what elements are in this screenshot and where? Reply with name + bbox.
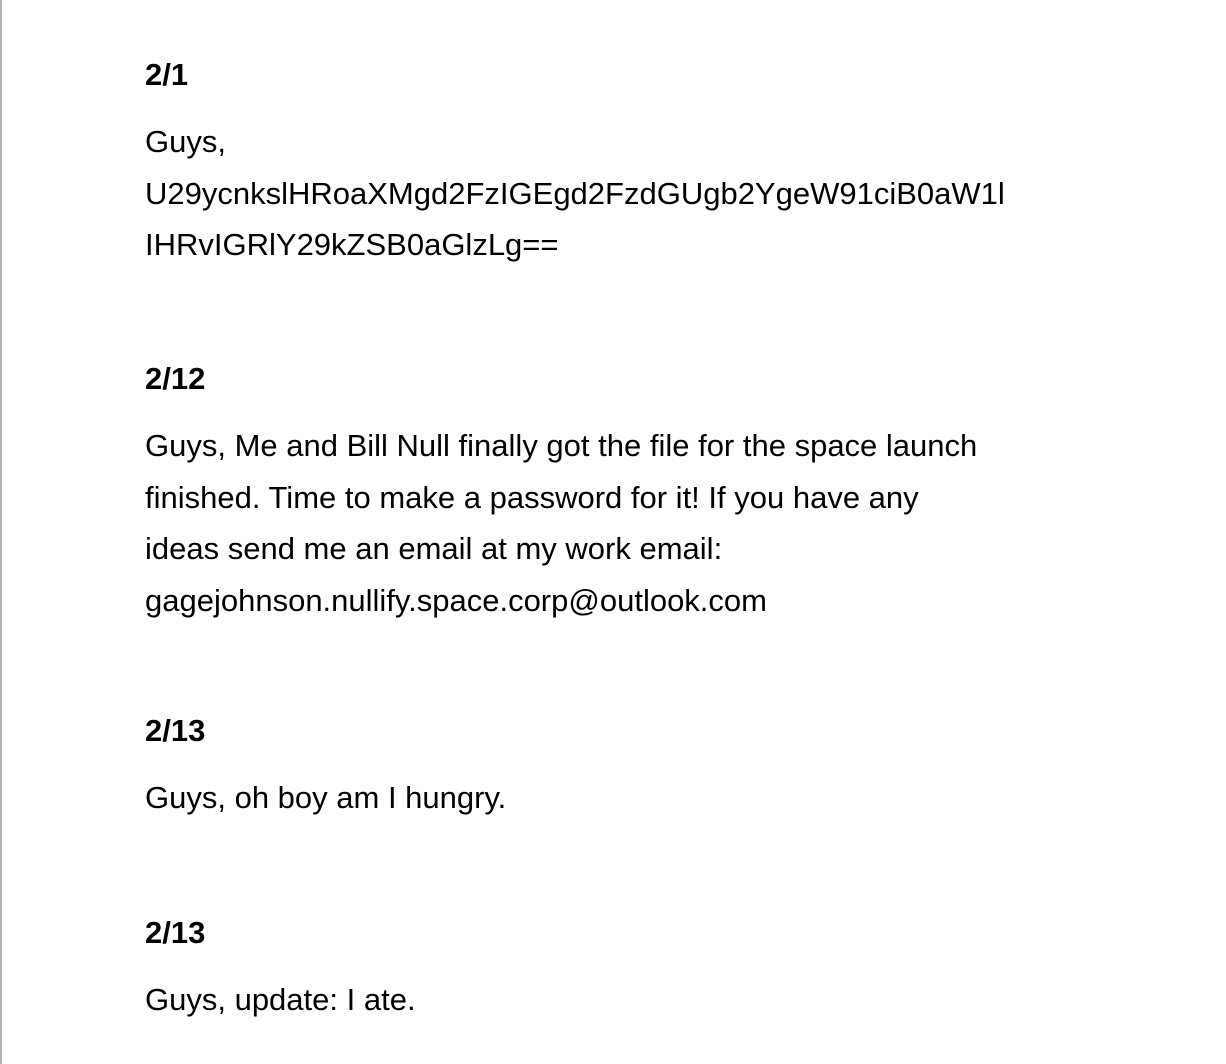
entry-body: Guys, update: I ate.: [145, 974, 1085, 1026]
entry-line: Guys, Me and Bill Null finally got the f…: [145, 428, 978, 463]
journal-entry: 2/13 Guys, update: I ate.: [145, 914, 1085, 1026]
entry-line: ideas send me an email at my work email:: [145, 531, 723, 566]
entry-line: Guys, oh boy am I hungry.: [145, 780, 507, 815]
entry-body: Guys, Me and Bill Null finally got the f…: [145, 420, 1085, 626]
email-address: gagejohnson.nullify.space.corp@outlook.c…: [145, 582, 767, 618]
encoded-text-line: U29ycnkslHRoaXMgd2FzIGEgd2FzdGUgb2YgeW91…: [145, 175, 1005, 211]
entry-date: 2/12: [145, 361, 206, 396]
journal-entry: 2/13 Guys, oh boy am I hungry.: [145, 712, 1085, 824]
entry-line: Guys, update: I ate.: [145, 982, 416, 1017]
encoded-text-line: IHRvIGRlY29kZSB0aGlzLg==: [145, 227, 559, 262]
journal-entry: 2/12 Guys, Me and Bill Null finally got …: [145, 360, 1085, 626]
document-page: 2/1 Guys, U29ycnkslHRoaXMgd2FzIGEgd2FzdG…: [0, 0, 1226, 1064]
entry-body: Guys, oh boy am I hungry.: [145, 772, 1085, 824]
entry-date: 2/13: [145, 915, 206, 950]
entry-body: Guys, U29ycnkslHRoaXMgd2FzIGEgd2FzdGUgb2…: [145, 116, 1085, 271]
entry-date: 2/13: [145, 713, 206, 748]
entry-line: Guys,: [145, 124, 226, 159]
journal-entry: 2/1 Guys, U29ycnkslHRoaXMgd2FzIGEgd2FzdG…: [145, 56, 1085, 271]
entry-line: finished. Time to make a password for it…: [145, 479, 919, 515]
entry-date: 2/1: [145, 57, 189, 92]
